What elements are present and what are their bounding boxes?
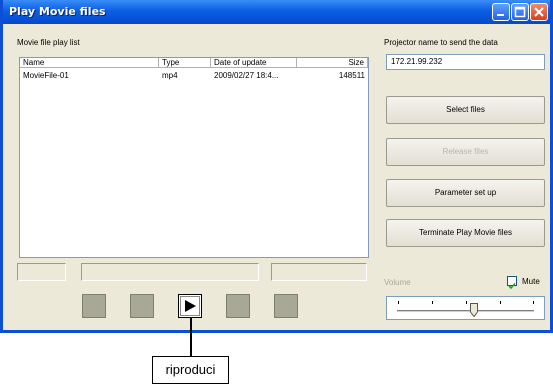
transport-button-1[interactable] <box>82 294 106 318</box>
title-bar[interactable]: Play Movie files <box>3 0 550 24</box>
slider-tick <box>500 301 501 304</box>
transport-button-5[interactable] <box>274 294 298 318</box>
column-header-date[interactable]: Date of update <box>211 58 297 68</box>
window-title: Play Movie files <box>9 5 106 18</box>
maximize-button[interactable] <box>511 3 529 21</box>
slider-thumb[interactable] <box>469 303 478 317</box>
slider-tick <box>398 301 399 304</box>
slider-tick <box>432 301 433 304</box>
callout-label: riproduci <box>152 356 229 384</box>
callout-line <box>190 318 192 356</box>
play-icon <box>185 300 196 312</box>
column-header-type[interactable]: Type <box>159 58 211 68</box>
select-files-button[interactable]: Select files <box>386 96 545 124</box>
mute-label: Mute <box>522 277 540 286</box>
projector-label: Projector name to send the data <box>384 38 498 47</box>
play-button[interactable] <box>178 294 202 318</box>
maximize-icon <box>514 6 526 18</box>
playlist-label: Movie file play list <box>17 38 80 47</box>
minimize-icon <box>497 14 504 16</box>
checkmark-icon <box>508 282 516 290</box>
play-movie-files-window: Play Movie files Movie file play list Na… <box>0 0 553 333</box>
release-files-button[interactable]: Release files <box>386 138 545 166</box>
slider-track <box>397 310 534 313</box>
volume-slider[interactable] <box>386 296 545 320</box>
status-box-center <box>81 263 259 281</box>
terminate-button[interactable]: Terminate Play Movie files <box>386 219 545 247</box>
minimize-button[interactable] <box>492 3 510 21</box>
close-button[interactable] <box>530 3 548 21</box>
volume-label: Volume <box>384 278 411 287</box>
list-header: Name Type Date of update Size <box>20 58 368 68</box>
column-header-size[interactable]: Size <box>297 58 368 68</box>
play-button-face <box>180 296 200 316</box>
slider-tick <box>533 301 534 304</box>
movie-file-list[interactable]: Name Type Date of update Size MovieFile-… <box>19 57 369 258</box>
close-icon <box>534 7 544 17</box>
slider-tick <box>466 301 467 304</box>
mute-checkbox[interactable] <box>507 276 517 290</box>
status-box-left <box>17 263 66 281</box>
cell-date: 2009/02/27 18:4... <box>214 71 279 80</box>
status-box-right <box>271 263 367 281</box>
column-header-name[interactable]: Name <box>20 58 159 68</box>
cell-size: 148511 <box>338 71 365 80</box>
parameter-setup-button[interactable]: Parameter set up <box>386 179 545 207</box>
cell-name: MovieFile-01 <box>23 71 69 80</box>
projector-name-field[interactable]: 172.21.99.232 <box>386 54 545 70</box>
cell-type: mp4 <box>162 71 178 80</box>
transport-button-4[interactable] <box>226 294 250 318</box>
transport-button-2[interactable] <box>130 294 154 318</box>
